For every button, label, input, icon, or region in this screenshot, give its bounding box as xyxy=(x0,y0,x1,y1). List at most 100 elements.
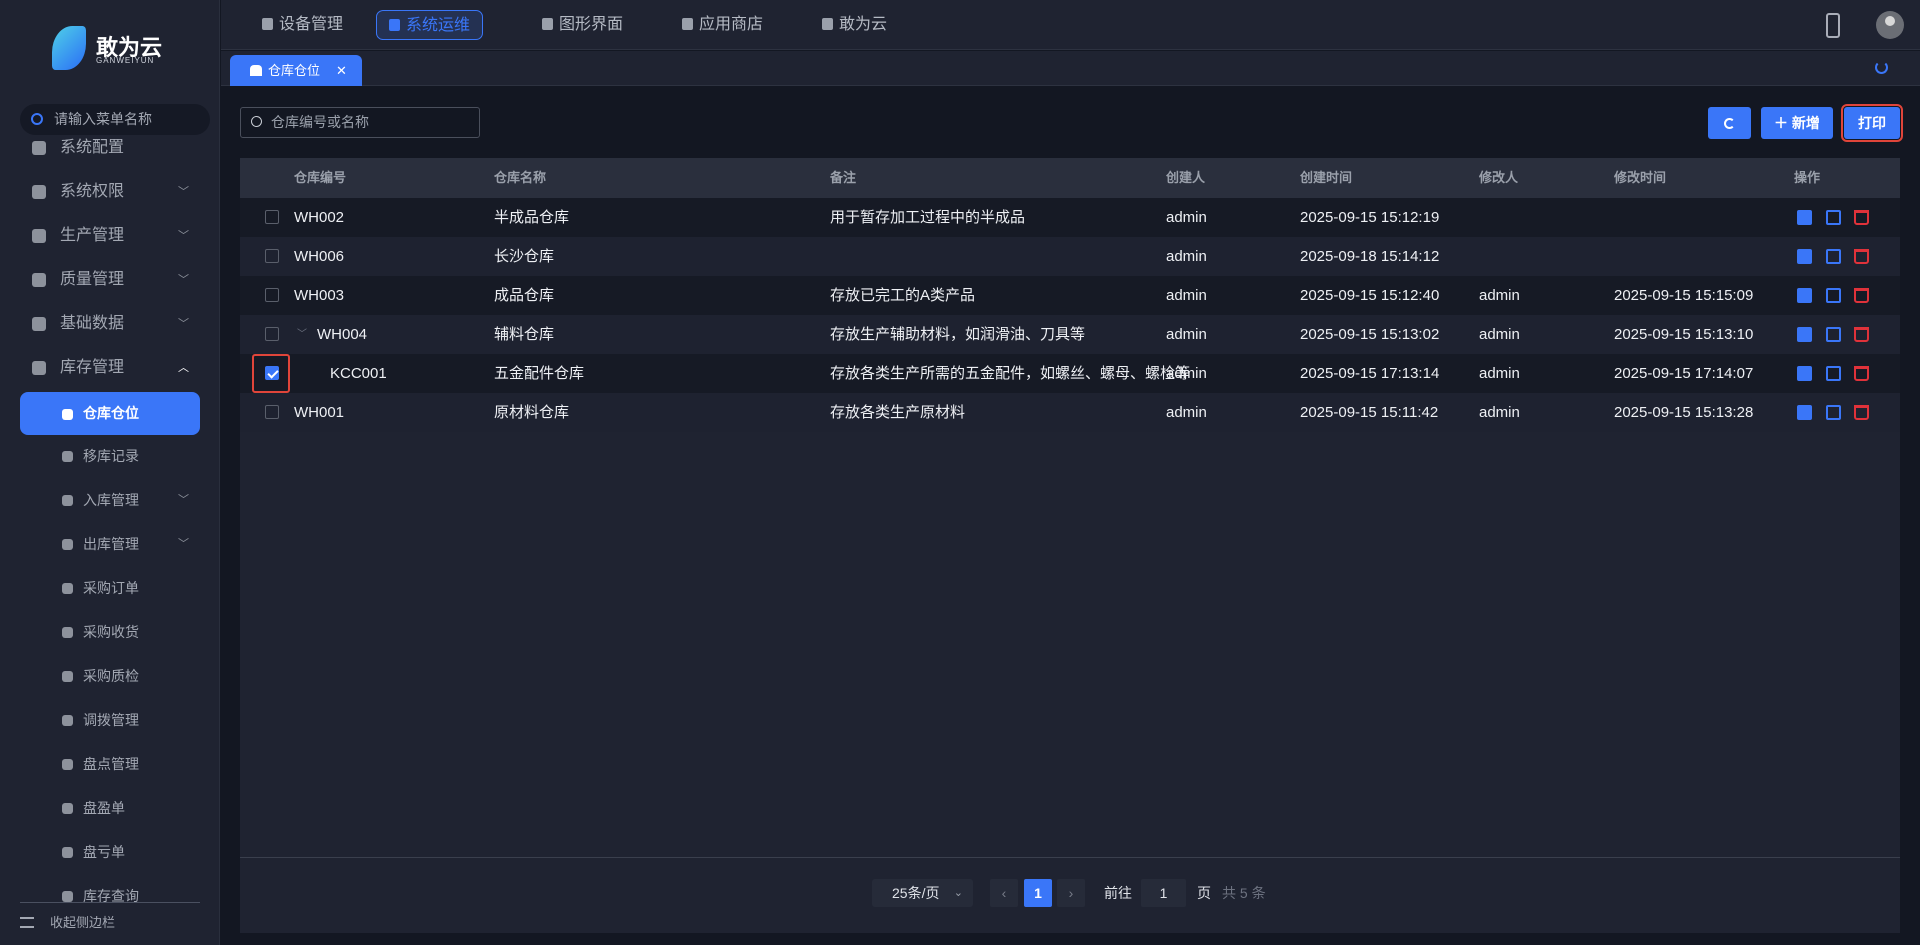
doc-search-icon xyxy=(62,891,73,902)
sidebar-item-4[interactable]: 基础数据 ﹀ xyxy=(0,302,219,346)
warehouse-icon xyxy=(32,361,46,375)
delete-icon[interactable] xyxy=(1854,366,1869,381)
nav-tab-2[interactable]: 图形界面 xyxy=(530,10,635,40)
view-icon[interactable] xyxy=(1797,288,1812,303)
nav-tab-4[interactable]: 敢为云 xyxy=(810,10,899,40)
view-icon[interactable] xyxy=(1797,405,1812,420)
sidebar-item-3[interactable]: 质量管理 ﹀ xyxy=(0,258,219,302)
sidebar-item-label: 盘点管理 xyxy=(83,756,139,772)
sidebar: 敢为云 GANWEIYUN 请输入菜单名称 系统配置 系统权限 ﹀ 生产管理 ﹀ 质量管理… xyxy=(0,0,220,945)
delete-icon[interactable] xyxy=(1854,327,1869,342)
page-size-select[interactable]: 25条/页 ⌄ xyxy=(872,879,973,907)
sidebar-item-2[interactable]: 生产管理 ﹀ xyxy=(0,214,219,258)
house-icon xyxy=(62,759,73,770)
view-icon[interactable] xyxy=(1797,210,1812,225)
shield-key-icon xyxy=(32,185,46,199)
row-checkbox[interactable] xyxy=(265,327,279,341)
sidebar-item-14[interactable]: 盘点管理 xyxy=(0,742,219,786)
goto-label: 前往 xyxy=(1104,885,1132,901)
delete-icon[interactable] xyxy=(1854,405,1869,420)
cell-creator: admin xyxy=(1166,326,1207,343)
print-button[interactable]: 打印 xyxy=(1841,104,1903,142)
cell-creator: admin xyxy=(1166,404,1207,421)
sidebar-item-15[interactable]: 盘盈单 xyxy=(0,786,219,830)
sidebar-item-5[interactable]: 库存管理 ︿ xyxy=(0,346,219,390)
refresh-button[interactable] xyxy=(1708,107,1751,139)
cell-created: 2025-09-15 15:12:40 xyxy=(1300,287,1440,304)
delete-icon[interactable] xyxy=(1854,249,1869,264)
sidebar-item-12[interactable]: 采购质检 xyxy=(0,654,219,698)
prev-page-button[interactable]: ‹ xyxy=(990,879,1018,907)
sidebar-item-9[interactable]: 出库管理 ﹀ xyxy=(0,522,219,566)
cell-modified: 2025-09-15 15:13:10 xyxy=(1614,326,1754,343)
warehouse-table: 仓库编号 仓库名称 备注 创建人 创建时间 修改人 修改时间 操作 WH002 半成品仓库 用于暂… xyxy=(240,158,1900,933)
row-checkbox[interactable] xyxy=(265,249,279,263)
add-button[interactable]: ＋ 新增 xyxy=(1761,107,1833,139)
edit-icon[interactable] xyxy=(1826,210,1841,225)
cell-name: 长沙仓库 xyxy=(494,248,555,265)
monitor-icon xyxy=(542,18,553,30)
cell-modified: 2025-09-15 17:14:07 xyxy=(1614,365,1754,382)
nav-tab-label: 敢为云 xyxy=(839,16,888,33)
house-icon xyxy=(62,803,73,814)
wrench-icon xyxy=(389,19,400,31)
sidebar-item-7[interactable]: 移库记录 xyxy=(0,434,219,478)
sidebar-item-13[interactable]: 调拨管理 xyxy=(0,698,219,742)
row-checkbox[interactable] xyxy=(265,366,279,380)
warehouse-search-input[interactable]: 仓库编号或名称 xyxy=(240,107,480,138)
cell-remark: 存放各类生产所需的五金配件，如螺丝、螺母、螺栓等 xyxy=(830,365,1191,382)
cell-modifier: admin xyxy=(1479,326,1520,343)
edit-icon[interactable] xyxy=(1826,327,1841,342)
column-header: 修改时间 xyxy=(1614,170,1667,185)
row-checkbox[interactable] xyxy=(265,210,279,224)
search-placeholder: 仓库编号或名称 xyxy=(271,114,369,130)
sidebar-item-0[interactable]: 系统配置 xyxy=(0,126,219,170)
sidebar-item-16[interactable]: 盘亏单 xyxy=(0,830,219,874)
nav-tab-3[interactable]: 应用商店 xyxy=(670,10,775,40)
chevron-down-icon: ﹀ xyxy=(178,318,189,330)
nav-tab-0[interactable]: 设备管理 xyxy=(250,10,355,40)
row-checkbox[interactable] xyxy=(265,288,279,302)
avatar[interactable] xyxy=(1876,11,1904,39)
view-icon[interactable] xyxy=(1797,327,1812,342)
row-checkbox[interactable] xyxy=(265,405,279,419)
refresh-page-icon[interactable] xyxy=(1875,61,1888,74)
collapse-sidebar-button[interactable]: 收起侧边栏 xyxy=(20,912,115,934)
next-page-button[interactable]: › xyxy=(1057,879,1085,907)
mobile-icon[interactable] xyxy=(1826,13,1840,38)
chevron-down-icon: ﹀ xyxy=(178,274,189,286)
column-header: 备注 xyxy=(830,170,857,185)
column-header: 仓库名称 xyxy=(494,170,547,185)
sidebar-item-11[interactable]: 采购收货 xyxy=(0,610,219,654)
sidebar-item-6[interactable]: 仓库仓位 xyxy=(20,392,200,435)
collapse-label: 收起侧边栏 xyxy=(50,915,116,930)
cell-code: WH004 xyxy=(317,326,368,343)
view-icon[interactable] xyxy=(1797,366,1812,381)
top-nav: 设备管理 系统运维 图形界面 应用商店 敢为云 xyxy=(221,0,1920,50)
sidebar-item-label: 出库管理 xyxy=(83,536,139,552)
chevron-down-icon: ﹀ xyxy=(178,494,189,506)
expand-chevron-icon[interactable]: ﹀ xyxy=(297,315,307,354)
nav-tab-1[interactable]: 系统运维 xyxy=(376,10,484,40)
edit-icon[interactable] xyxy=(1826,405,1841,420)
cell-modified: 2025-09-15 15:15:09 xyxy=(1614,287,1754,304)
close-tab-icon[interactable]: ✕ xyxy=(336,55,347,86)
edit-icon[interactable] xyxy=(1826,288,1841,303)
sidebar-item-1[interactable]: 系统权限 ﹀ xyxy=(0,170,219,214)
page-size-value: 25条/页 xyxy=(892,885,940,901)
delete-icon[interactable] xyxy=(1854,210,1869,225)
cell-remark: 存放已完工的A类产品 xyxy=(830,287,976,304)
edit-icon[interactable] xyxy=(1826,366,1841,381)
tab-warehouse-location[interactable]: 仓库仓位 ✕ xyxy=(230,55,362,86)
delete-icon[interactable] xyxy=(1854,288,1869,303)
sidebar-item-label: 采购质检 xyxy=(83,668,139,684)
sidebar-item-label: 移库记录 xyxy=(83,448,139,464)
edit-icon[interactable] xyxy=(1826,249,1841,264)
page-1-button[interactable]: 1 xyxy=(1024,879,1052,907)
cell-remark: 用于暂存加工过程中的半成品 xyxy=(830,209,1026,226)
sidebar-item-label: 系统配置 xyxy=(60,139,125,156)
sidebar-item-10[interactable]: 采购订单 xyxy=(0,566,219,610)
goto-page-input[interactable]: 1 xyxy=(1141,879,1186,907)
view-icon[interactable] xyxy=(1797,249,1812,264)
sidebar-item-8[interactable]: 入库管理 ﹀ xyxy=(0,478,219,522)
